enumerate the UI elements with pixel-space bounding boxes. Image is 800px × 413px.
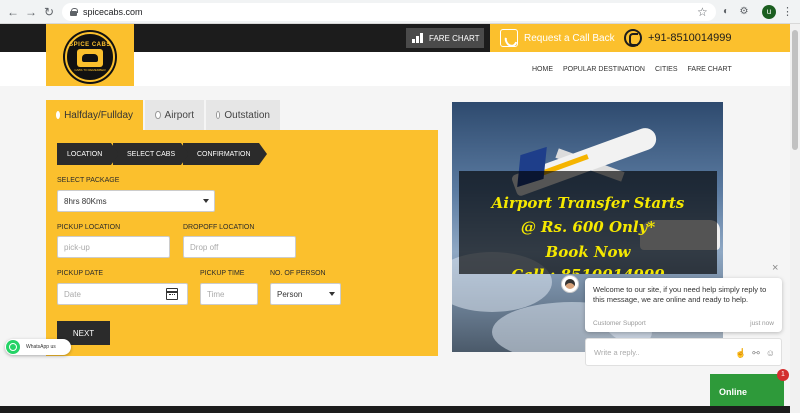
pickup-date-input[interactable]: Date — [57, 283, 188, 305]
attachment-icon[interactable]: ⚯ — [752, 348, 760, 359]
logo-emblem: SPICE CABS CABS TO REMEMBER — [65, 32, 115, 82]
select-package-label: SELECT PACKAGE — [57, 177, 120, 184]
forward-icon[interactable]: → — [22, 3, 40, 21]
pickup-location-placeholder: pick-up — [64, 242, 90, 252]
nav-fare-chart[interactable]: FARE CHART — [688, 66, 732, 73]
tab-label: Halfday/Fullday — [64, 109, 133, 121]
pickup-location-label: PICKUP LOCATION — [57, 224, 121, 231]
callback-phone-icon — [500, 29, 518, 47]
nav-popular-destination[interactable]: POPULAR DESTINATION — [563, 66, 645, 73]
phone-number: +91-8510014999 — [648, 32, 732, 44]
browser-menu-icon[interactable]: ⋮ — [782, 5, 793, 18]
profile-avatar[interactable]: u — [762, 5, 776, 19]
whatsapp-icon — [6, 340, 20, 354]
package-value: 8hrs 80Kms — [64, 196, 107, 206]
banner-line-2: @ Rs. 600 Only* — [520, 218, 656, 236]
chat-message-bubble: Welcome to our site, if you need help si… — [585, 278, 782, 332]
header-phone[interactable]: +91-8510014999 — [624, 27, 732, 49]
chat-reply-input[interactable]: Write a reply.. ☝ ⚯ ☺ — [585, 338, 782, 366]
extension-icon[interactable]: ◐ — [720, 6, 732, 18]
bookmark-star-icon[interactable]: ☆ — [697, 5, 708, 19]
tab-label: Airport — [164, 109, 194, 121]
tab-airport[interactable]: Airport — [145, 100, 204, 130]
logo-text-bottom: CABS TO REMEMBER — [74, 68, 106, 72]
support-avatar — [561, 275, 579, 293]
chat-online-button[interactable]: Online — [710, 374, 784, 410]
main-nav: HOME POPULAR DESTINATION CITIES FARE CHA… — [532, 66, 732, 73]
pickup-date-label: PICKUP DATE — [57, 270, 104, 277]
step-select-cabs: SELECT CABS — [113, 143, 189, 165]
radio-icon — [216, 111, 221, 119]
persons-value: Person — [277, 289, 303, 299]
site-logo[interactable]: SPICE CABS CABS TO REMEMBER — [46, 24, 134, 90]
dropoff-location-input[interactable]: Drop off — [183, 236, 296, 258]
lock-icon — [70, 8, 78, 16]
persons-label: NO. OF PERSON — [270, 270, 326, 277]
radio-icon — [56, 111, 61, 119]
online-label: Online — [719, 387, 748, 397]
banner-line-4: Call : 8510014999 — [459, 266, 717, 274]
whatsapp-label: WhatsApp us — [26, 344, 56, 350]
pickup-time-input[interactable]: Time — [200, 283, 258, 305]
settings-gear-icon[interactable]: ⚙ — [738, 6, 750, 18]
pickup-time-placeholder: Time — [207, 289, 225, 299]
chat-input-icons: ☝ ⚯ ☺ — [735, 348, 775, 359]
step-confirmation: CONFIRMATION — [183, 143, 267, 165]
calendar-icon[interactable] — [166, 288, 178, 300]
url-text: spicecabs.com — [83, 7, 143, 17]
pickup-location-input[interactable]: pick-up — [57, 236, 170, 258]
chevron-down-icon — [203, 199, 209, 203]
reload-icon[interactable]: ↻ — [40, 3, 58, 21]
dropoff-location-label: DROPOFF LOCATION — [183, 224, 255, 231]
chevron-down-icon — [329, 292, 335, 296]
fare-chart-label: FARE CHART — [429, 33, 480, 43]
footer-strip — [0, 406, 790, 413]
address-bar[interactable]: spicecabs.com — [62, 3, 716, 21]
logo-text-top: SPICE CABS — [69, 42, 111, 48]
banner-line-3: Book Now — [545, 243, 631, 261]
radio-icon — [155, 111, 161, 119]
dropoff-location-placeholder: Drop off — [190, 242, 219, 252]
request-callback-button[interactable]: Request a Call Back — [500, 27, 615, 49]
notification-badge: 1 — [777, 369, 789, 381]
phone-icon — [624, 29, 642, 47]
whatsapp-button[interactable]: WhatsApp us — [5, 339, 71, 355]
close-icon[interactable]: × — [772, 262, 778, 274]
scrollbar-thumb[interactable] — [792, 30, 798, 150]
nav-home[interactable]: HOME — [532, 66, 553, 73]
pickup-time-label: PICKUP TIME — [200, 270, 245, 277]
tab-label: Outstation — [224, 109, 270, 121]
chart-icon — [412, 33, 423, 43]
nav-cities[interactable]: CITIES — [655, 66, 678, 73]
emoji-icon[interactable]: ☺ — [766, 348, 775, 359]
chat-input-placeholder: Write a reply.. — [594, 347, 640, 357]
booking-tabs: Halfday/Fullday Airport Outstation — [46, 100, 282, 130]
step-location: LOCATION — [57, 143, 119, 165]
persons-select[interactable]: Person — [270, 283, 341, 305]
request-callback-label: Request a Call Back — [524, 32, 615, 44]
fare-chart-button[interactable]: FARE CHART — [406, 28, 484, 48]
pickup-date-placeholder: Date — [64, 289, 81, 299]
chat-time: just now — [750, 320, 774, 327]
tab-outstation[interactable]: Outstation — [206, 100, 280, 130]
package-select[interactable]: 8hrs 80Kms — [57, 190, 215, 212]
back-icon[interactable]: ← — [4, 3, 22, 21]
taxi-icon — [77, 49, 103, 67]
chat-meta: Customer Support just now — [593, 320, 774, 327]
chat-message-text: Welcome to our site, if you need help si… — [593, 285, 767, 304]
booking-steps: LOCATION SELECT CABS CONFIRMATION — [57, 143, 267, 165]
banner-line-1: Airport Transfer Starts — [491, 194, 685, 212]
thumbs-up-icon[interactable]: ☝ — [735, 348, 746, 359]
tab-halfday-fullday[interactable]: Halfday/Fullday — [46, 100, 143, 130]
chat-sender: Customer Support — [593, 320, 646, 327]
